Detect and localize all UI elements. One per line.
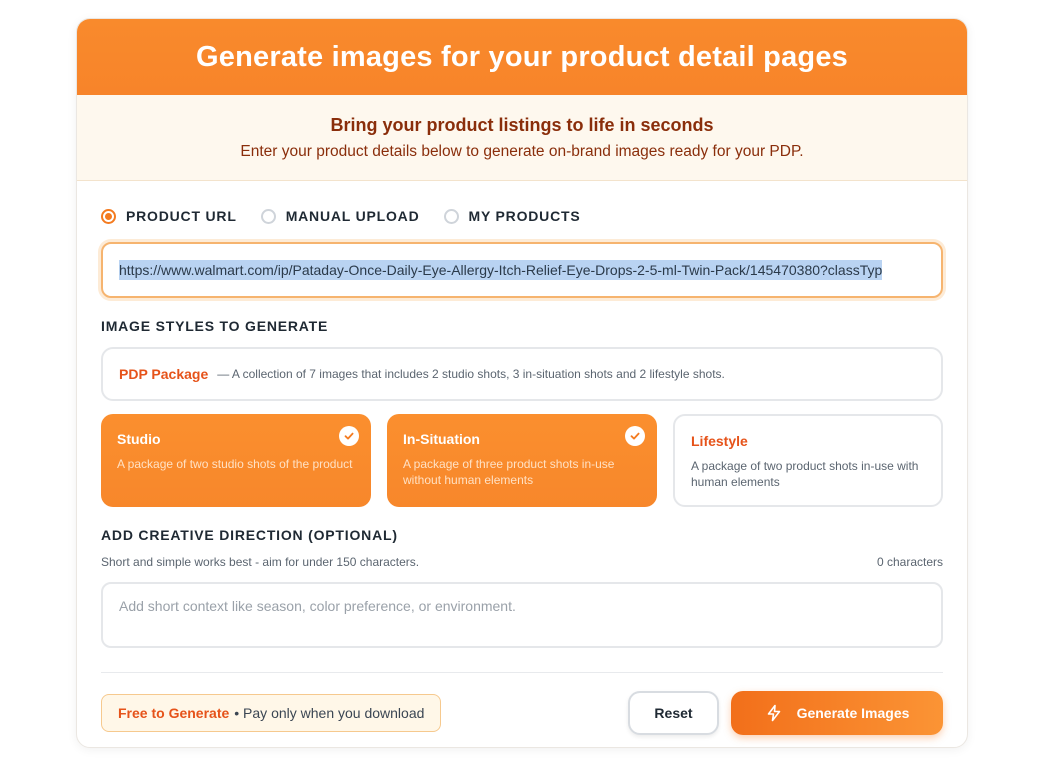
generate-images-button[interactable]: Generate Images <box>731 691 943 735</box>
reset-button[interactable]: Reset <box>628 691 719 735</box>
style-card-studio[interactable]: Studio A package of two studio shots of … <box>101 414 371 507</box>
tagline: Bring your product listings to life in s… <box>330 114 714 135</box>
style-card-in-situation[interactable]: In-Situation A package of three product … <box>387 414 657 507</box>
creative-direction-input[interactable] <box>119 598 925 632</box>
radio-selected-icon <box>101 208 116 224</box>
style-description: A package of two studio shots of the pro… <box>117 457 353 471</box>
product-url-input[interactable]: https://www.walmart.com/ip/Pataday-Once-… <box>101 242 943 298</box>
form-body: PRODUCT URL MANUAL UPLOAD MY PRODUCTS ht… <box>77 207 967 735</box>
style-description: A package of two product shots in-use wi… <box>691 459 919 489</box>
radio-empty-icon <box>443 208 459 224</box>
style-card-group: Studio A package of two studio shots of … <box>101 414 944 507</box>
direction-hint-row: Short and simple works best - aim for un… <box>101 555 943 569</box>
action-buttons: Reset Generate Images <box>628 691 943 735</box>
radio-label: MANUAL UPLOAD <box>285 208 420 224</box>
style-card-lifestyle[interactable]: Lifestyle A package of two product shots… <box>673 414 944 507</box>
generate-label: Generate Images <box>796 705 910 721</box>
direction-hint: Short and simple works best - aim for un… <box>101 555 420 569</box>
free-to-generate-badge: Free to Generate • Pay only when you dow… <box>101 694 442 732</box>
pdp-package-option[interactable]: PDP Package — A collection of 7 images t… <box>101 347 943 401</box>
check-icon <box>625 426 645 446</box>
radio-product-url[interactable]: PRODUCT URL <box>101 208 237 224</box>
source-radio-group: PRODUCT URL MANUAL UPLOAD MY PRODUCTS <box>101 207 943 225</box>
radio-empty-icon <box>260 208 276 224</box>
lightning-icon <box>767 704 780 722</box>
creative-direction-field[interactable] <box>101 582 943 648</box>
check-icon <box>339 426 359 446</box>
page-title: Generate images for your product detail … <box>196 40 848 73</box>
radio-label: PRODUCT URL <box>126 208 237 224</box>
character-counter: 0 characters <box>876 555 943 569</box>
intro-subtitle: Enter your product details below to gene… <box>240 142 804 160</box>
styles-section-title: IMAGE STYLES TO GENERATE <box>101 318 329 334</box>
style-title: In-Situation <box>403 431 480 447</box>
radio-my-products[interactable]: MY PRODUCTS <box>443 208 581 224</box>
package-name: PDP Package <box>119 366 209 382</box>
free-note: • Pay only when you download <box>234 705 425 721</box>
form-footer: Free to Generate • Pay only when you dow… <box>101 691 943 735</box>
radio-manual-upload[interactable]: MANUAL UPLOAD <box>260 208 420 224</box>
radio-label: MY PRODUCTS <box>468 208 581 224</box>
package-description: — A collection of 7 images that includes… <box>217 367 725 381</box>
style-description: A package of three product shots in-use … <box>403 457 615 487</box>
free-label: Free to Generate <box>118 705 230 721</box>
intro-banner: Bring your product listings to life in s… <box>77 95 967 181</box>
product-url-selected-text: https://www.walmart.com/ip/Pataday-Once-… <box>119 260 883 280</box>
direction-section-title: ADD CREATIVE DIRECTION (OPTIONAL) <box>101 527 398 543</box>
style-title: Lifestyle <box>691 433 748 449</box>
generator-card: Generate images for your product detail … <box>76 18 968 748</box>
footer-divider <box>101 672 943 673</box>
hero-banner: Generate images for your product detail … <box>77 19 967 95</box>
style-title: Studio <box>117 431 161 447</box>
